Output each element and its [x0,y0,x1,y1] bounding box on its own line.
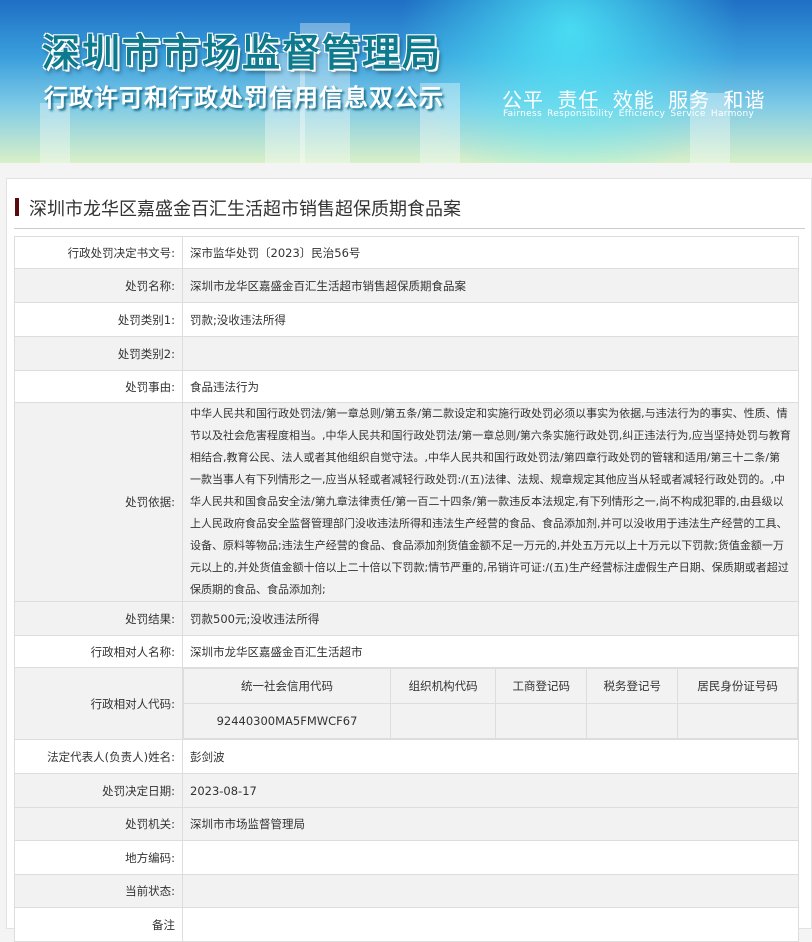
code-header: 统一社会信用代码 [183,668,391,704]
table-row: 当前状态: [14,874,799,908]
code-header: 组织机构代码 [389,668,497,704]
row-value [182,907,799,942]
table-row: 行政相对人名称: 深圳市龙华区嘉盛金百汇生活超市 [14,635,799,668]
code-value [389,703,497,739]
row-label: 处罚事由: [14,370,183,403]
row-label: 行政相对人名称: [14,635,183,668]
table-row: 处罚名称: 深圳市龙华区嘉盛金百汇生活超市销售超保质期食品案 [14,268,799,303]
table-row: 处罚决定日期: 2023-08-17 [14,773,799,808]
row-label: 当前状态: [14,874,183,908]
site-subtitle: 行政许可和行政处罚信用信息双公示 [44,84,444,112]
row-label: 处罚决定日期: [14,773,183,808]
row-value [182,874,799,908]
row-value: 2023-08-17 [182,773,799,808]
detail-panel: 深圳市龙华区嘉盛金百汇生活超市销售超保质期食品案 行政处罚决定书文号: 深市监华处… [6,178,812,942]
row-value: 罚款;没收违法所得 [182,302,799,337]
table-row: 备注 [14,907,799,942]
row-value [182,840,799,875]
detail-table: 行政处罚决定书文号: 深市监华处罚〔2023〕民治56号 处罚名称: 深圳市龙华区嘉… [14,236,799,942]
site-title: 深圳市市场监督管理局 [42,31,443,75]
table-row: 处罚结果: 罚款500元;没收违法所得 [14,601,799,636]
row-value [182,336,799,371]
row-label: 地方编码: [14,840,183,875]
table-row: 处罚类别2: [14,336,799,371]
code-header: 税务登记号 [586,668,679,704]
table-row: 地方编码: [14,840,799,875]
code-value: 92440300MA5FMWCF67 [183,703,391,739]
row-value: 中华人民共和国行政处罚法/第一章总则/第五条/第二款设定和实施行政处罚必须以事实… [182,402,799,602]
table-row: 行政处罚决定书文号: 深市监华处罚〔2023〕民治56号 [14,236,799,269]
row-label: 处罚结果: [14,601,183,636]
code-header: 居民身份证号码 [677,668,798,704]
row-label: 处罚机关: [14,807,183,841]
row-value: 深市监华处罚〔2023〕民治56号 [182,236,799,269]
code-value [586,703,679,739]
row-value: 深圳市龙华区嘉盛金百汇生活超市销售超保质期食品案 [182,268,799,303]
row-value: 食品违法行为 [182,370,799,403]
table-row: 处罚类别1: 罚款;没收违法所得 [14,302,799,337]
table-row: 法定代表人(负责人)姓名: 彭剑波 [14,739,799,774]
row-label: 处罚依据: [14,402,183,602]
row-label: 处罚类别2: [14,336,183,371]
table-row: 处罚事由: 食品违法行为 [14,370,799,403]
party-code-cell: 统一社会信用代码 组织机构代码 工商登记码 税务登记号 居民身份证号码 9244… [182,667,799,740]
code-value [495,703,588,739]
row-value: 罚款500元;没收违法所得 [182,601,799,636]
divider [14,228,805,229]
slogan-en: Fairness Responsibility Efficiency Servi… [503,109,755,119]
row-value: 深圳市龙华区嘉盛金百汇生活超市 [182,635,799,668]
row-value: 深圳市市场监督管理局 [182,807,799,841]
party-code-table: 统一社会信用代码 组织机构代码 工商登记码 税务登记号 居民身份证号码 9244… [183,668,798,739]
row-label: 行政相对人代码: [14,667,183,740]
row-label: 行政处罚决定书文号: [14,236,183,269]
code-header: 工商登记码 [495,668,588,704]
page-title: 深圳市龙华区嘉盛金百汇生活超市销售超保质期食品案 [15,195,461,221]
table-row: 处罚机关: 深圳市市场监督管理局 [14,807,799,841]
table-row: 行政相对人代码: 统一社会信用代码 组织机构代码 工商登记码 税务登记号 居民身… [14,667,799,740]
header-banner: 深圳市市场监督管理局 行政许可和行政处罚信用信息双公示 公平 责任 效能 服务 … [0,0,812,163]
table-row: 处罚依据: 中华人民共和国行政处罚法/第一章总则/第五条/第二款设定和实施行政处罚… [14,402,799,602]
row-label: 处罚类别1: [14,302,183,337]
row-value: 彭剑波 [182,739,799,774]
row-label: 备注 [14,907,183,942]
row-label: 处罚名称: [14,268,183,303]
code-value [677,703,798,739]
row-label: 法定代表人(负责人)姓名: [14,739,183,774]
